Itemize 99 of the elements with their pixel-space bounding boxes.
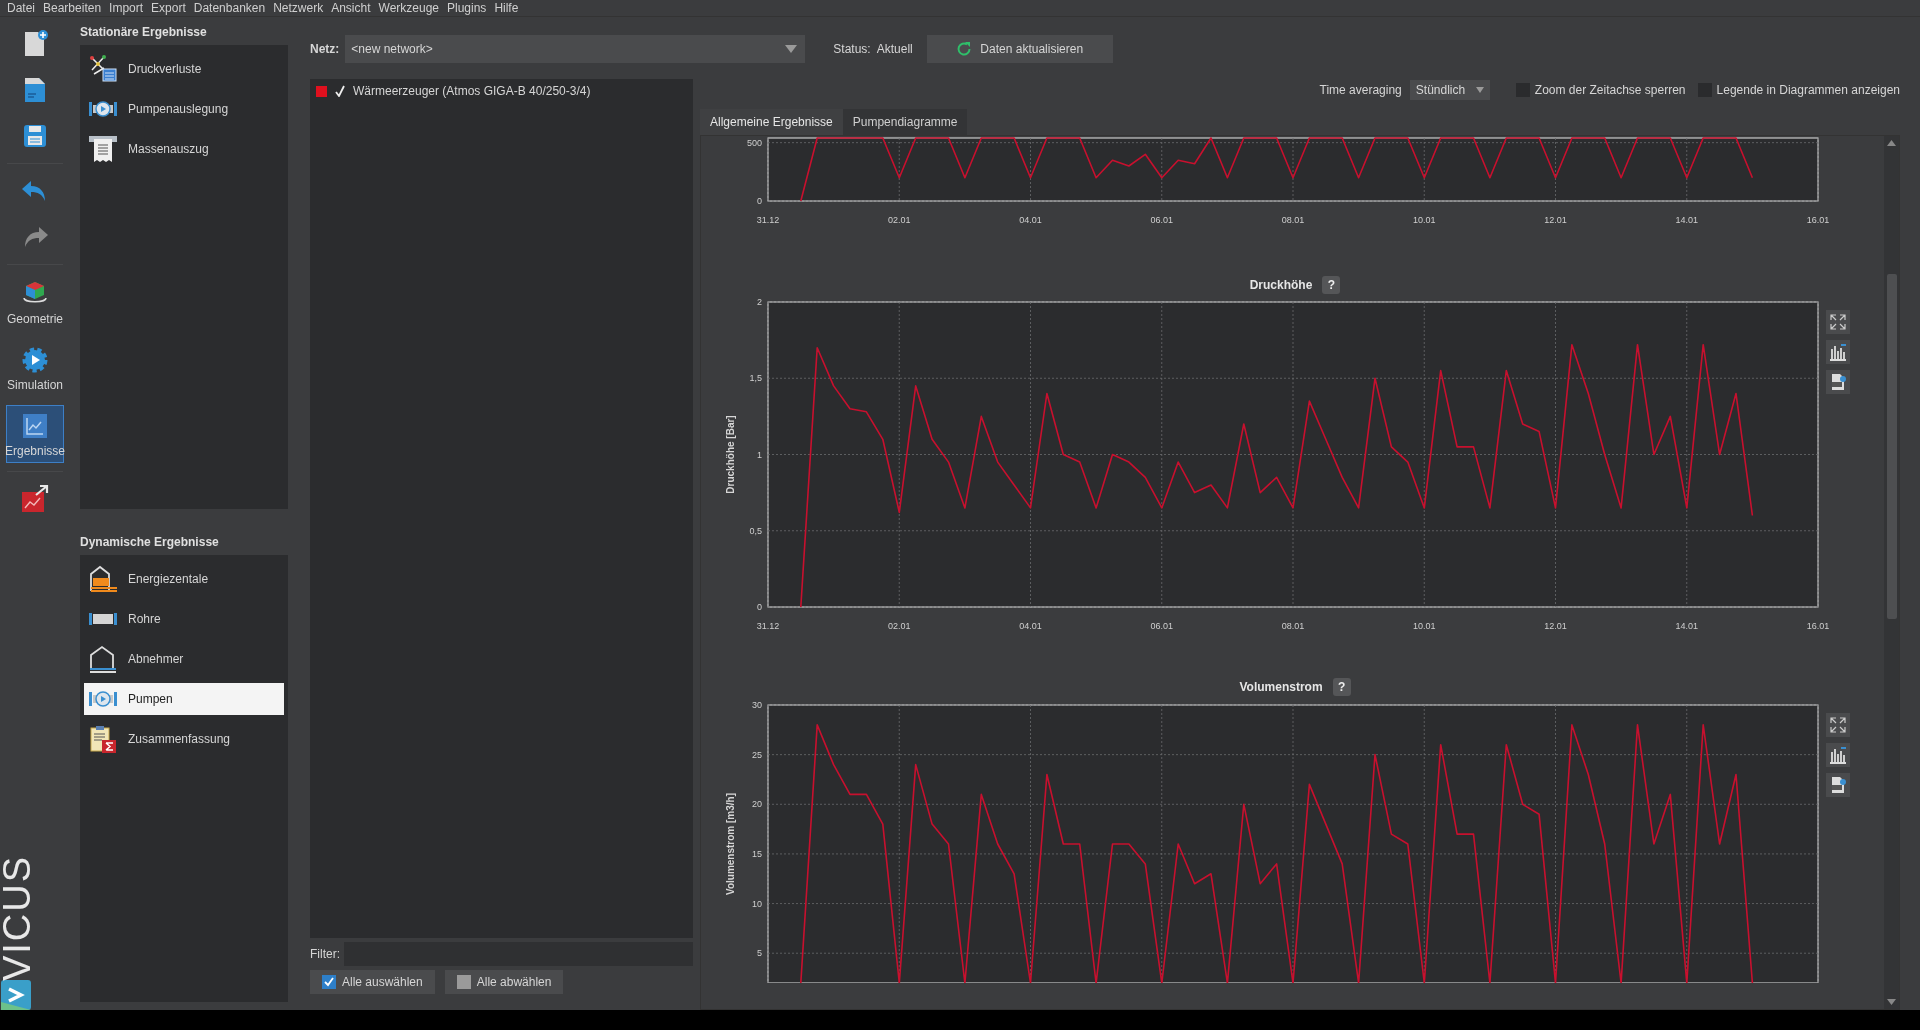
- axis-tick-label: 20: [752, 799, 762, 810]
- caret-icon: [785, 45, 798, 53]
- axis-tick-label: 10.01: [1413, 621, 1436, 631]
- menu-item[interactable]: Werkzeuge: [377, 1, 446, 15]
- select-button[interactable]: Alle auswählen: [310, 970, 435, 994]
- results-item[interactable]: Energiezentale: [84, 563, 284, 595]
- menu-item[interactable]: Import: [108, 1, 151, 15]
- empty-box-icon: [456, 975, 471, 989]
- element-row[interactable]: Wärmeerzeuger (Atmos GIGA-B 40/250-3/4): [316, 83, 687, 99]
- logo-icon: [1, 980, 31, 1010]
- axis-tick-label: 06.01: [1150, 621, 1173, 631]
- tab[interactable]: Pumpendiagramme: [842, 109, 968, 135]
- axis-title: Druckhöhe [Bar]: [725, 415, 736, 494]
- axis-tick-label: 0: [757, 196, 762, 206]
- menu-item[interactable]: Bearbeiten: [42, 1, 109, 15]
- axis-tick-label: 5: [757, 948, 762, 959]
- toolbar-tool[interactable]: Ergebnisse: [6, 405, 64, 463]
- chart-title: Volumenstrom: [1239, 680, 1323, 694]
- axis-tick-label: 12.01: [1544, 621, 1567, 631]
- pump-icon: [88, 688, 118, 710]
- help-button[interactable]: ?: [1322, 276, 1341, 294]
- toolbar-tool[interactable]: Simulation: [6, 339, 64, 397]
- axis-tick-label: 14.01: [1675, 621, 1698, 631]
- building-icon: [88, 564, 118, 594]
- axis-tick-label: 10.01: [1413, 215, 1436, 225]
- pipe-icon: [88, 612, 118, 626]
- results-item[interactable]: Rohre: [84, 603, 284, 635]
- axis-tick-label: 1: [757, 449, 762, 460]
- menu-item[interactable]: Netzwerk: [272, 1, 331, 15]
- tab[interactable]: Allgemeine Ergebnisse: [700, 109, 843, 135]
- expand-icon[interactable]: [1826, 713, 1850, 737]
- network-label: Netz:: [310, 42, 340, 56]
- pump-icon: [88, 98, 118, 120]
- network-table-icon: [88, 54, 118, 84]
- status-label: Status:: [833, 42, 871, 56]
- axis-tick-label: 500: [746, 137, 762, 148]
- house-icon: [88, 644, 118, 674]
- scroll-down-icon[interactable]: [1887, 999, 1896, 1005]
- menu-item[interactable]: Hilfe: [493, 1, 526, 15]
- menu-item[interactable]: Datenbanken: [192, 1, 273, 15]
- refresh-button[interactable]: Daten aktualisieren: [926, 35, 1113, 63]
- axis-tick-label: 14.01: [1675, 215, 1698, 225]
- results-item[interactable]: Zusammenfassung: [84, 723, 284, 755]
- logo-text: VICUS: [2, 854, 32, 982]
- filter-label: Filter:: [310, 947, 341, 961]
- status-value: Aktuell: [876, 42, 913, 56]
- help-button[interactable]: ?: [1332, 678, 1351, 696]
- results-item[interactable]: Pumpen: [84, 683, 284, 715]
- network-dropdown[interactable]: <new network>: [345, 35, 806, 63]
- axis-tick-label: 31.12: [756, 621, 780, 631]
- axis-tick-label: 31.12: [756, 215, 780, 225]
- time-averaging-dropdown[interactable]: Stündlich: [1409, 80, 1490, 100]
- axis-tick-label: 15: [752, 848, 762, 859]
- results-item[interactable]: Massenauszug: [84, 133, 284, 165]
- checked-box-icon: [322, 975, 336, 989]
- axis-tick-label: 06.01: [1150, 215, 1173, 225]
- axis-tick-label: 04.01: [1019, 621, 1042, 631]
- file-export-icon[interactable]: [1826, 773, 1850, 797]
- axis-tick-label: 0,5: [749, 525, 762, 536]
- file-export-icon[interactable]: [1826, 370, 1850, 394]
- results-item[interactable]: Pumpenauslegung: [84, 93, 284, 125]
- menu-item[interactable]: Plugins: [446, 1, 494, 15]
- axis-tick-label: 02.01: [888, 215, 911, 225]
- results-item[interactable]: Abnehmer: [84, 643, 284, 675]
- axis-tick-label: 1,5: [749, 373, 762, 384]
- axis-tick-label: 04.01: [1019, 215, 1042, 225]
- menu-item[interactable]: Export: [150, 1, 193, 15]
- axis-tick-label: 08.01: [1281, 215, 1305, 225]
- receipt-icon: [88, 134, 118, 164]
- results-item[interactable]: Druckverluste: [84, 53, 284, 85]
- time-averaging-label: Time averaging: [1319, 83, 1402, 97]
- axis-tick-label: 30: [752, 700, 762, 710]
- axis-tick-label: 12.01: [1544, 215, 1567, 225]
- bar-chart-icon[interactable]: [1826, 340, 1850, 364]
- scrollbar[interactable]: [1884, 136, 1899, 1009]
- axis-title: Volumenstrom [m3/h]: [725, 793, 736, 895]
- axis-tick-label: 2: [757, 297, 762, 307]
- axis-tick-label: 08.01: [1281, 621, 1305, 631]
- axis-tick-label: 16.01: [1806, 215, 1830, 225]
- expand-icon[interactable]: [1826, 310, 1850, 334]
- refresh-icon: [956, 41, 973, 57]
- scroll-up-icon[interactable]: [1887, 140, 1896, 146]
- caret-icon: [1475, 87, 1484, 93]
- bar-chart-icon[interactable]: [1826, 743, 1850, 767]
- section-title: Stationäre Ergebnisse: [80, 25, 208, 39]
- axis-tick-label: 10: [752, 898, 762, 909]
- menu-item[interactable]: Datei: [6, 1, 42, 15]
- clipboard-icon: [88, 724, 118, 754]
- toolbar-tool[interactable]: Geometrie: [6, 273, 64, 331]
- axis-tick-label: 25: [752, 749, 762, 760]
- axis-tick-label: 16.01: [1806, 621, 1830, 631]
- menu-item[interactable]: Ansicht: [330, 1, 378, 15]
- axis-tick-label: 02.01: [888, 621, 911, 631]
- section-title: Dynamische Ergebnisse: [80, 535, 220, 549]
- select-button[interactable]: Alle abwählen: [444, 970, 564, 994]
- chart-title: Druckhöhe: [1249, 278, 1313, 292]
- axis-tick-label: 0: [757, 602, 762, 612]
- option-checkbox[interactable]: Legende in Diagrammen anzeigen: [1697, 83, 1900, 97]
- option-checkbox[interactable]: Zoom der Zeitachse sperren: [1515, 83, 1686, 97]
